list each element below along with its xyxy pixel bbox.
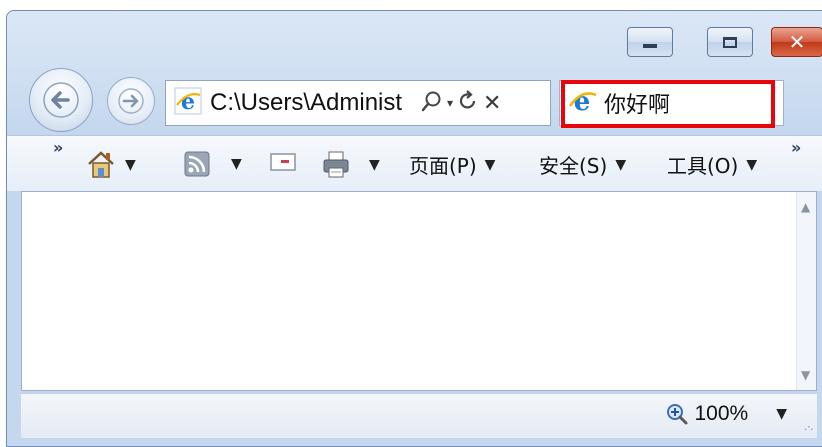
home-button[interactable]: ▼ <box>85 150 136 180</box>
tools-menu[interactable]: 工具(O) ▼ <box>667 150 757 179</box>
safety-dropdown-icon: ▼ <box>615 156 627 173</box>
mail-button[interactable] <box>269 150 297 174</box>
tab-highlight-box <box>561 80 775 128</box>
minimize-icon <box>643 44 657 48</box>
print-button[interactable]: ▼ <box>321 150 380 180</box>
page-menu-label: 页面(P) <box>409 154 477 178</box>
zoom-level: 100% <box>694 402 749 425</box>
close-icon: ✕ <box>788 30 806 54</box>
maximize-button[interactable] <box>707 27 753 57</box>
zoom-magnifier-icon <box>666 404 687 425</box>
safety-menu-label: 安全(S) <box>539 154 608 178</box>
tools-menu-label: 工具(O) <box>667 154 739 178</box>
command-bar: » » ▼ ▼ ▼ 页面(P) ▼ 安全(S) ▼ 工具(O) ▼ <box>7 135 822 191</box>
search-icon[interactable] <box>421 90 443 116</box>
back-button[interactable] <box>29 68 93 132</box>
forward-arrow-icon <box>118 88 144 114</box>
forward-button[interactable] <box>107 77 155 125</box>
stop-icon[interactable]: ✕ <box>483 91 501 116</box>
chevron-left-icon[interactable]: » <box>53 138 63 157</box>
feeds-dropdown-icon[interactable]: ▼ <box>231 156 242 172</box>
ie-logo-icon: e <box>174 87 202 119</box>
scroll-up-icon[interactable]: ▲ <box>801 200 810 214</box>
close-button[interactable]: ✕ <box>771 27 822 57</box>
tools-dropdown-icon: ▼ <box>746 156 758 173</box>
zoom-dropdown-icon[interactable]: ▼ <box>776 406 787 422</box>
back-arrow-icon <box>43 82 79 118</box>
safety-menu[interactable]: 安全(S) ▼ <box>539 150 626 179</box>
status-bar: 100% ▼ ⠠⠢ <box>21 393 817 438</box>
address-input[interactable]: C:\Users\Administ <box>210 89 415 117</box>
zoom-control[interactable]: 100% ▼ <box>665 402 787 426</box>
home-icon <box>88 151 114 178</box>
refresh-icon[interactable] <box>457 90 479 116</box>
rss-feed-icon <box>184 151 210 177</box>
svg-text:e: e <box>181 89 195 115</box>
print-dropdown-icon[interactable]: ▼ <box>369 157 380 173</box>
browser-window: ✕ e C:\Users\Administ ▾ ✕ e 你好啊 » » ▼ ▼ … <box>6 10 822 447</box>
page-content[interactable]: ▲ ▼ <box>21 191 817 391</box>
chevron-right-icon[interactable]: » <box>791 138 801 157</box>
maximize-icon <box>723 36 737 48</box>
page-dropdown-icon: ▼ <box>484 156 496 173</box>
minimize-button[interactable] <box>627 27 673 57</box>
home-dropdown-icon[interactable]: ▼ <box>125 157 136 173</box>
address-bar[interactable]: e C:\Users\Administ ▾ ✕ <box>165 80 551 126</box>
mail-icon <box>270 153 296 171</box>
address-dropdown-icon[interactable]: ▾ <box>447 96 453 110</box>
vertical-scrollbar[interactable]: ▲ ▼ <box>796 192 816 390</box>
printer-icon <box>323 151 349 178</box>
page-menu[interactable]: 页面(P) ▼ <box>409 150 495 179</box>
resize-grip-icon[interactable]: ⠠⠢ <box>800 423 814 434</box>
scroll-down-icon[interactable]: ▼ <box>801 368 810 382</box>
feeds-button[interactable]: ▼ <box>183 150 242 178</box>
